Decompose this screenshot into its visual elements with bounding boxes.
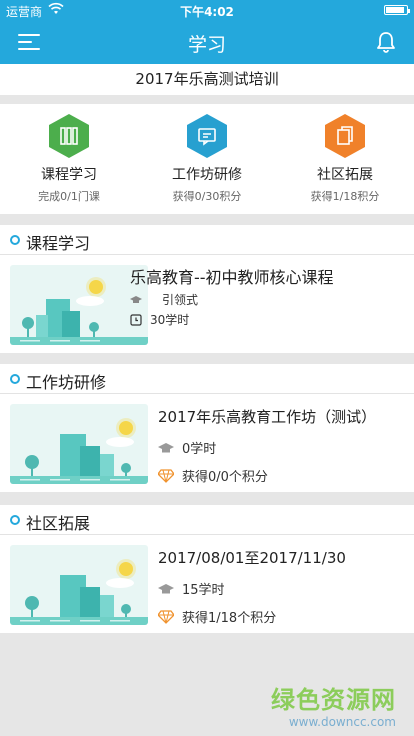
books-icon [49,114,89,158]
grad-cap-icon [158,442,174,452]
course-hours-row: 30学时 [130,311,189,328]
status-bar: 运营商 下午4:02 [0,0,414,20]
section-header-community: 社区拓展 [0,505,414,535]
workshop-title: 2017年乐高教育工作坊（测试） [158,408,377,426]
workshop-card[interactable]: 2017年乐高教育工作坊（测试） 0学时 获得0/0个积分 [0,394,414,492]
community-thumbnail [10,545,148,625]
summary-progress: 完成0/1门课 [38,190,100,203]
workshop-points-row: 获得0/0个积分 [158,466,268,485]
course-type-row: 引领式 [130,291,198,308]
course-card[interactable]: 乐高教育--初中教师核心课程 引领式 30学时 [0,255,414,353]
summary-label: 工作坊研修 [172,167,242,183]
summary-workshop[interactable]: 工作坊研修 获得0/30积分 [138,104,276,214]
nav-bar: 学习 [0,20,414,64]
clock-icon [130,313,142,326]
summary-community[interactable]: 社区拓展 获得1/18积分 [276,104,414,214]
section-header-course: 课程学习 [0,225,414,255]
circle-bullet-icon [10,235,20,245]
summary-progress: 获得0/30积分 [172,190,242,203]
section-title: 工作坊研修 [26,373,107,392]
documents-icon [325,114,365,158]
workshop-points: 获得0/0个积分 [182,470,268,485]
grad-cap-icon [158,583,174,593]
watermark-url: www.downcc.com [288,715,396,729]
workshop-thumbnail [10,404,148,484]
course-title: 乐高教育--初中教师核心课程 [130,268,334,287]
community-card[interactable]: 2017/08/01至2017/11/30 15学时 获得1/18个积分 [0,535,414,633]
community-points: 获得1/18个积分 [182,611,277,626]
section-header-workshop: 工作坊研修 [0,364,414,394]
bell-icon[interactable] [374,30,398,54]
watermark-title: 绿色资源网 [271,686,396,714]
summary-label: 课程学习 [41,167,97,183]
circle-bullet-icon [10,374,20,384]
workshop-hours: 0学时 [182,442,217,457]
course-thumbnail [10,265,148,345]
workshop-hours-row: 0学时 [158,438,216,457]
watermark: 绿色资源网 www.downcc.com [271,680,396,729]
summary-panel: 课程学习 完成0/1门课 工作坊研修 获得0/30积分 社区拓展 获得1/18积… [0,104,414,214]
circle-bullet-icon [10,515,20,525]
summary-label: 社区拓展 [317,167,373,183]
community-title: 2017/08/01至2017/11/30 [158,549,346,567]
community-hours: 15学时 [182,583,225,598]
chat-monitor-icon [187,114,227,158]
course-hours: 30学时 [150,313,190,327]
community-points-row: 获得1/18个积分 [158,607,276,626]
clock: 下午4:02 [180,5,234,19]
page-title: 学习 [187,34,226,56]
battery-icon [384,5,410,15]
grad-cap-icon [130,295,142,303]
summary-course[interactable]: 课程学习 完成0/1门课 [0,104,138,214]
diamond-icon [158,609,174,624]
section-title: 社区拓展 [26,514,91,533]
diamond-icon [158,468,174,483]
training-title: 2017年乐高测试培训 [0,64,414,95]
section-title: 课程学习 [26,234,91,253]
course-type: 引领式 [162,293,199,307]
community-hours-row: 15学时 [158,579,225,598]
summary-progress: 获得1/18积分 [310,190,380,203]
